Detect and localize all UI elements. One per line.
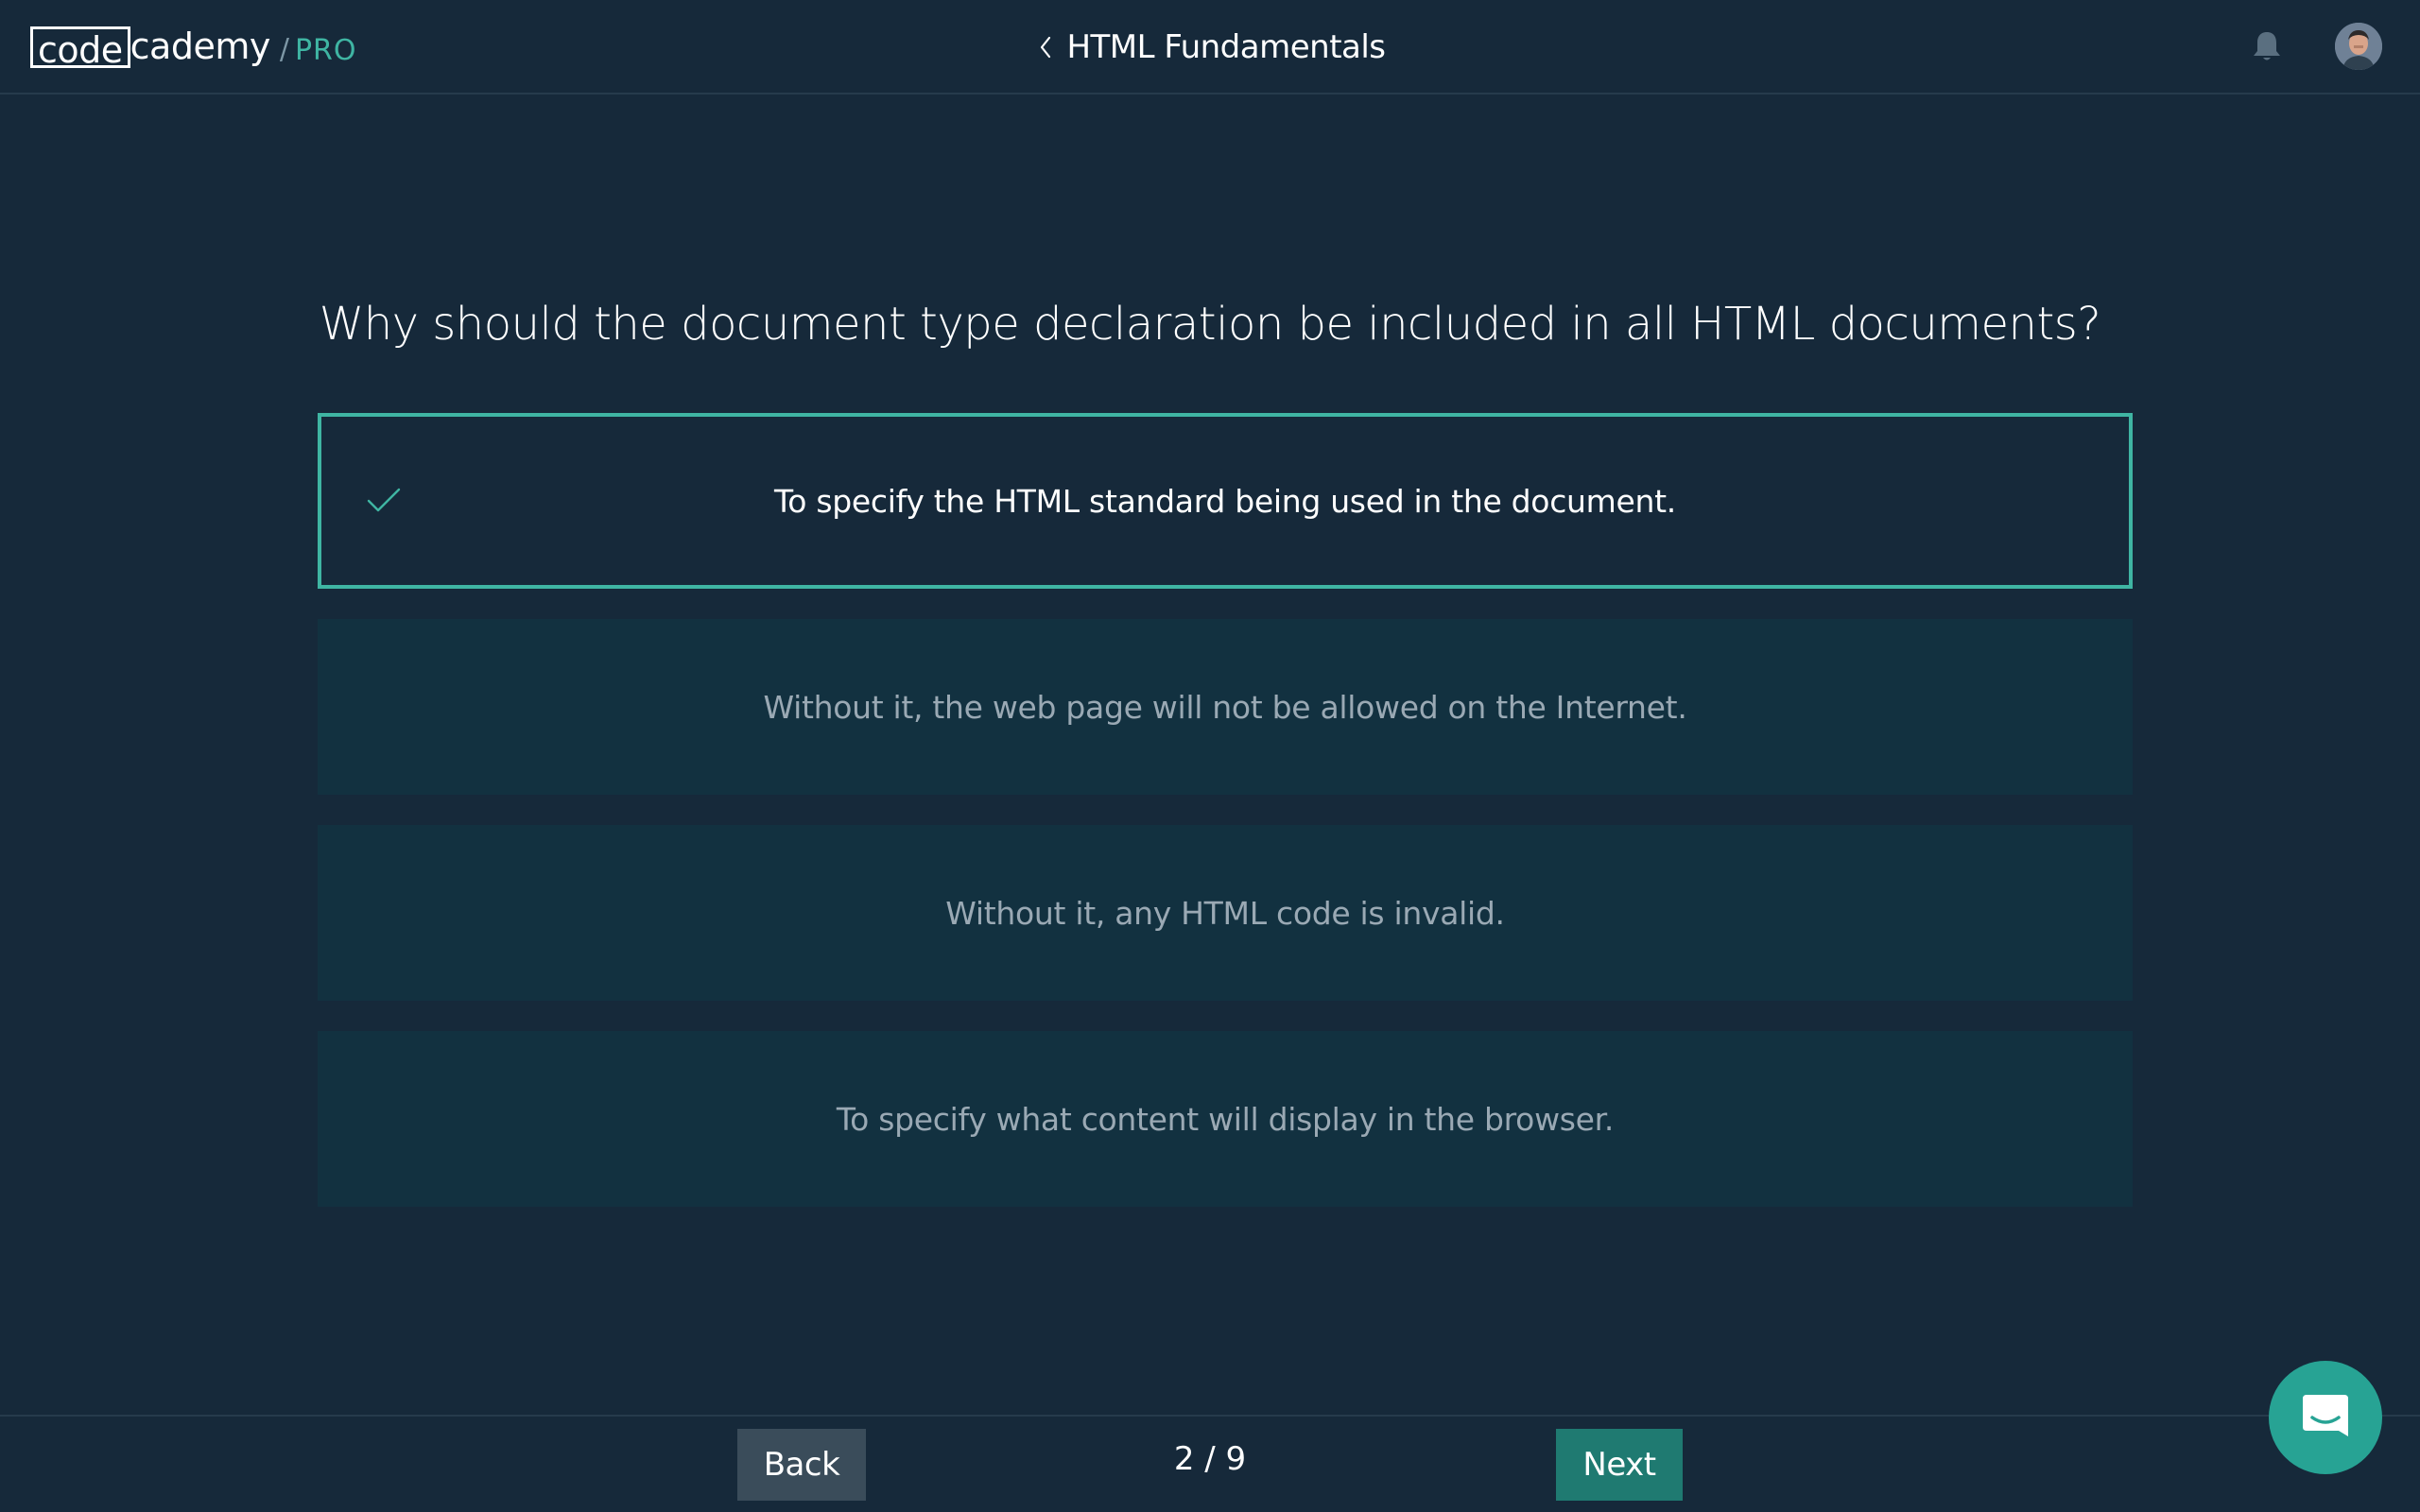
- chat-icon: [2303, 1395, 2348, 1436]
- answer-option-1[interactable]: To specify the HTML standard being used …: [318, 413, 2133, 589]
- course-back-link[interactable]: HTML Fundamentals: [1034, 28, 1386, 66]
- quiz-question: Why should the document type declaration…: [319, 298, 2101, 351]
- user-photo: [2335, 23, 2382, 70]
- answer-option-label: To specify the HTML standard being used …: [774, 482, 1676, 520]
- course-nav: HTML Fundamentals: [0, 26, 2420, 68]
- course-title: HTML Fundamentals: [1066, 28, 1386, 66]
- next-button[interactable]: Next: [1556, 1429, 1683, 1501]
- chat-support-button[interactable]: [2269, 1361, 2382, 1474]
- answer-option-label: Without it, the web page will not be all…: [763, 688, 1687, 726]
- avatar[interactable]: [2335, 23, 2382, 70]
- progress-indicator: 2 / 9: [1173, 1440, 1247, 1478]
- bell-icon[interactable]: [2250, 28, 2284, 64]
- answer-option-label: Without it, any HTML code is invalid.: [945, 894, 1505, 932]
- checkmark-icon: [367, 488, 401, 512]
- answer-option-2[interactable]: Without it, the web page will not be all…: [318, 619, 2133, 795]
- chevron-left-icon: [1041, 36, 1051, 59]
- answer-option-4[interactable]: To specify what content will display in …: [318, 1031, 2133, 1207]
- back-button[interactable]: Back: [737, 1429, 866, 1501]
- answer-option-3[interactable]: Without it, any HTML code is invalid.: [318, 825, 2133, 1001]
- answer-option-label: To specify what content will display in …: [836, 1100, 1615, 1138]
- top-bar: code cademy / PRO HTML Fundamentals: [0, 0, 2420, 94]
